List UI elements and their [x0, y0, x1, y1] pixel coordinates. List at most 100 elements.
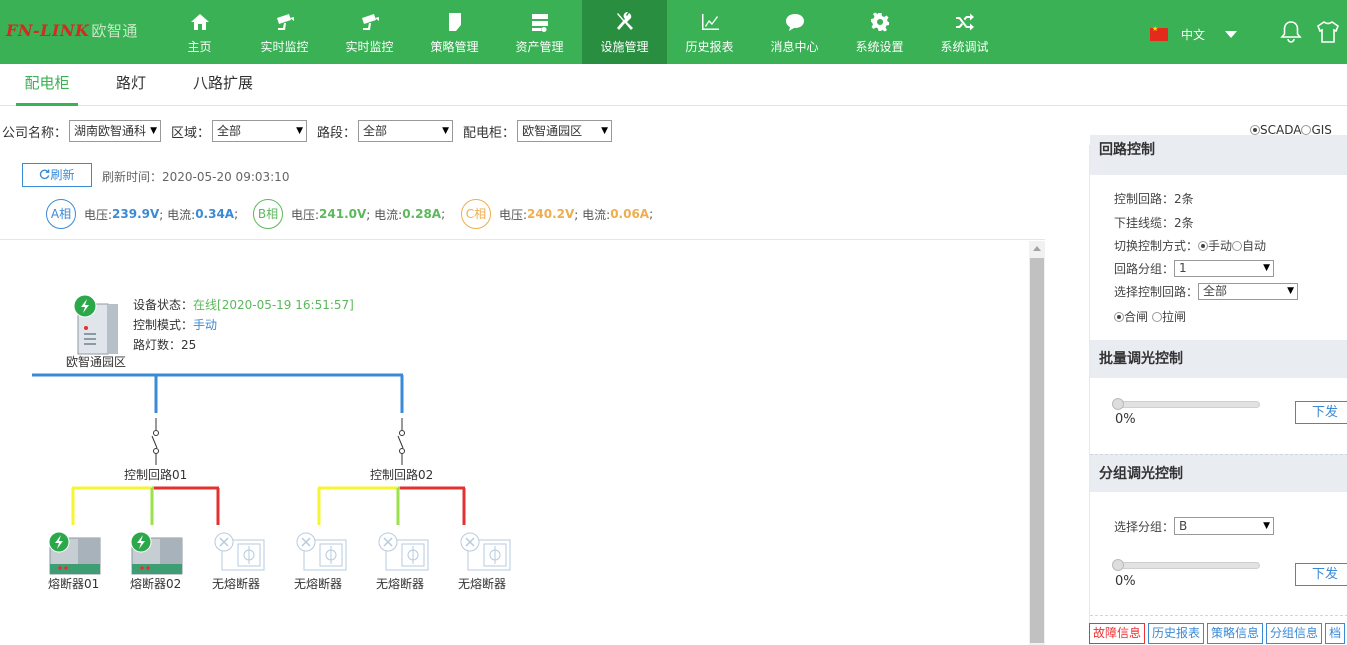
- bottom-tab-4[interactable]: 档: [1325, 623, 1346, 644]
- server-icon: [497, 0, 582, 36]
- language-selector[interactable]: 中文: [1150, 25, 1238, 43]
- chat-icon: [752, 0, 837, 36]
- select-loop-value: 全部: [1203, 284, 1228, 298]
- top-nav-bar: FN-LINK 欧智通 主页 实时监控 实时监控 策略管理 资产管理 设施管理 历史报表 消息中…: [0, 0, 1347, 64]
- open-radio[interactable]: [1152, 311, 1163, 322]
- nav-item-7[interactable]: 消息中心: [752, 0, 837, 64]
- batch-dimming-slider[interactable]: [1116, 401, 1260, 408]
- company-label: 公司名称：: [2, 125, 68, 141]
- nav-item-4[interactable]: 资产管理: [497, 0, 582, 64]
- fuse-device[interactable]: 熔断器02: [130, 531, 186, 591]
- manual-radio[interactable]: [1198, 240, 1209, 251]
- line-chart-icon: [667, 0, 752, 36]
- scada-diagram: 欧智通园区 设备状态：在线[2020-05-19 16:51:57] 控制模式：…: [0, 239, 1045, 645]
- auto-label: 自动: [1242, 239, 1267, 253]
- switch-mode-row: 切换控制方式： 手动 自动: [1114, 237, 1266, 254]
- tab-eight-channel[interactable]: 八路扩展: [184, 64, 262, 106]
- group-dimming-slider[interactable]: [1116, 562, 1260, 569]
- no-fuse-device[interactable]: 无熔断器: [212, 532, 268, 591]
- control-mode-label: 控制模式：: [133, 318, 194, 332]
- no-fuse-device[interactable]: 无熔断器: [376, 532, 432, 591]
- current-label: ; 电流:: [159, 207, 196, 222]
- fuse-device[interactable]: 熔断器01: [48, 531, 104, 591]
- nav-item-8[interactable]: 系统设置: [837, 0, 922, 64]
- current-label: ; 电流:: [574, 207, 611, 222]
- nav-label: 策略管理: [430, 40, 479, 54]
- filter-row: 公司名称： 湖南欧智通科 区域： 全部 路段： 全部 配电柜： 欧智通园区: [0, 118, 613, 144]
- scrollbar-thumb[interactable]: [1030, 258, 1044, 643]
- bottom-tab-2[interactable]: 策略信息: [1207, 623, 1264, 644]
- diagram-scrollbar[interactable]: [1029, 241, 1045, 645]
- no-fuse-device[interactable]: 无熔断器: [458, 532, 514, 591]
- tab-cabinet[interactable]: 配电柜: [16, 64, 78, 106]
- bottom-tab-3[interactable]: 分组信息: [1266, 623, 1323, 644]
- circuit-label: 控制回路02: [370, 468, 434, 482]
- group-send-button[interactable]: 下发: [1295, 563, 1347, 586]
- chevron-down-icon: [1225, 31, 1238, 38]
- bottom-tab-0[interactable]: 故障信息: [1089, 623, 1146, 644]
- refresh-icon: [40, 169, 50, 180]
- device-label: 无熔断器: [294, 577, 343, 591]
- company-select[interactable]: 湖南欧智通科: [69, 120, 162, 142]
- tab-streetlight[interactable]: 路灯: [106, 64, 156, 106]
- device-label: 无熔断器: [212, 577, 261, 591]
- select-group-label: 选择分组：: [1114, 519, 1175, 534]
- switch-mode-label: 切换控制方式：: [1114, 239, 1199, 253]
- group-dimming-percent: 0%: [1115, 574, 1136, 589]
- manual-label: 手动: [1208, 239, 1233, 253]
- phase-end: ;: [234, 207, 239, 221]
- current-value: 0.28A: [402, 207, 442, 221]
- nav-label: 设施管理: [600, 40, 649, 54]
- gis-radio[interactable]: [1301, 125, 1312, 135]
- nav-item-1[interactable]: 实时监控: [242, 0, 327, 64]
- cabinet-select[interactable]: 欧智通园区: [517, 120, 613, 142]
- bell-icon[interactable]: [1280, 20, 1302, 47]
- tools-icon: [582, 0, 667, 36]
- area-select[interactable]: 全部: [212, 120, 308, 142]
- select-group-select[interactable]: B: [1174, 517, 1275, 535]
- brand-logo: FN-LINK 欧智通: [6, 20, 138, 41]
- group-slider-knob[interactable]: [1112, 559, 1124, 571]
- control-panel: 回路控制 控制回路：2条 下挂线缆：2条 切换控制方式： 手动 自动 回路分组：…: [1089, 135, 1347, 645]
- cabinet-select-value: 欧智通园区: [522, 124, 583, 138]
- bottom-tab-1[interactable]: 历史报表: [1148, 623, 1205, 644]
- nav-label: 历史报表: [685, 40, 734, 54]
- no-fuse-device[interactable]: 无熔断器: [294, 532, 350, 591]
- batch-slider-knob[interactable]: [1112, 398, 1124, 410]
- no-fuse-icon: [296, 532, 347, 571]
- road-select[interactable]: 全部: [358, 120, 454, 142]
- control-loops-count: 控制回路：2条: [1114, 192, 1194, 206]
- nav-item-6[interactable]: 历史报表: [667, 0, 752, 64]
- close-label: 合闸: [1124, 310, 1149, 324]
- nav-item-0[interactable]: 主页: [157, 0, 242, 64]
- scroll-up-icon[interactable]: [1033, 246, 1041, 251]
- home-icon: [157, 0, 242, 36]
- phase-readout: C相 电压: 240.2V; 电流: 0.06A;: [461, 199, 653, 229]
- china-flag-icon: [1150, 25, 1168, 41]
- nav-label: 系统调试: [940, 40, 989, 54]
- open-label: 拉闸: [1162, 310, 1187, 324]
- auto-radio[interactable]: [1232, 240, 1243, 251]
- road-select-value: 全部: [363, 124, 388, 138]
- nav-item-2[interactable]: 实时监控: [327, 0, 412, 64]
- group-dimming-header: 分组调光控制: [1090, 454, 1347, 492]
- voltage-value: 240.2V: [527, 207, 575, 221]
- device-label: 熔断器02: [130, 577, 182, 591]
- nav-label: 实时监控: [345, 40, 394, 54]
- batch-send-button[interactable]: 下发: [1295, 401, 1347, 424]
- cabinet-icon: [73, 294, 118, 355]
- refresh-button[interactable]: 刷新: [22, 163, 92, 187]
- close-radio[interactable]: [1114, 311, 1124, 322]
- loop-group-select[interactable]: 1: [1174, 260, 1275, 277]
- select-loop-select[interactable]: 全部: [1198, 283, 1299, 300]
- current-label: ; 电流:: [366, 207, 403, 222]
- nav-item-3[interactable]: 策略管理: [412, 0, 497, 64]
- nav-label: 资产管理: [515, 40, 564, 54]
- skin-icon[interactable]: [1316, 20, 1340, 47]
- nav-item-9[interactable]: 系统调试: [922, 0, 1007, 64]
- lamp-count-value: 25: [181, 338, 197, 352]
- no-fuse-icon: [378, 532, 429, 571]
- nav-label: 实时监控: [260, 40, 309, 54]
- nav-item-5[interactable]: 设施管理: [582, 0, 667, 64]
- scada-radio[interactable]: [1250, 125, 1260, 135]
